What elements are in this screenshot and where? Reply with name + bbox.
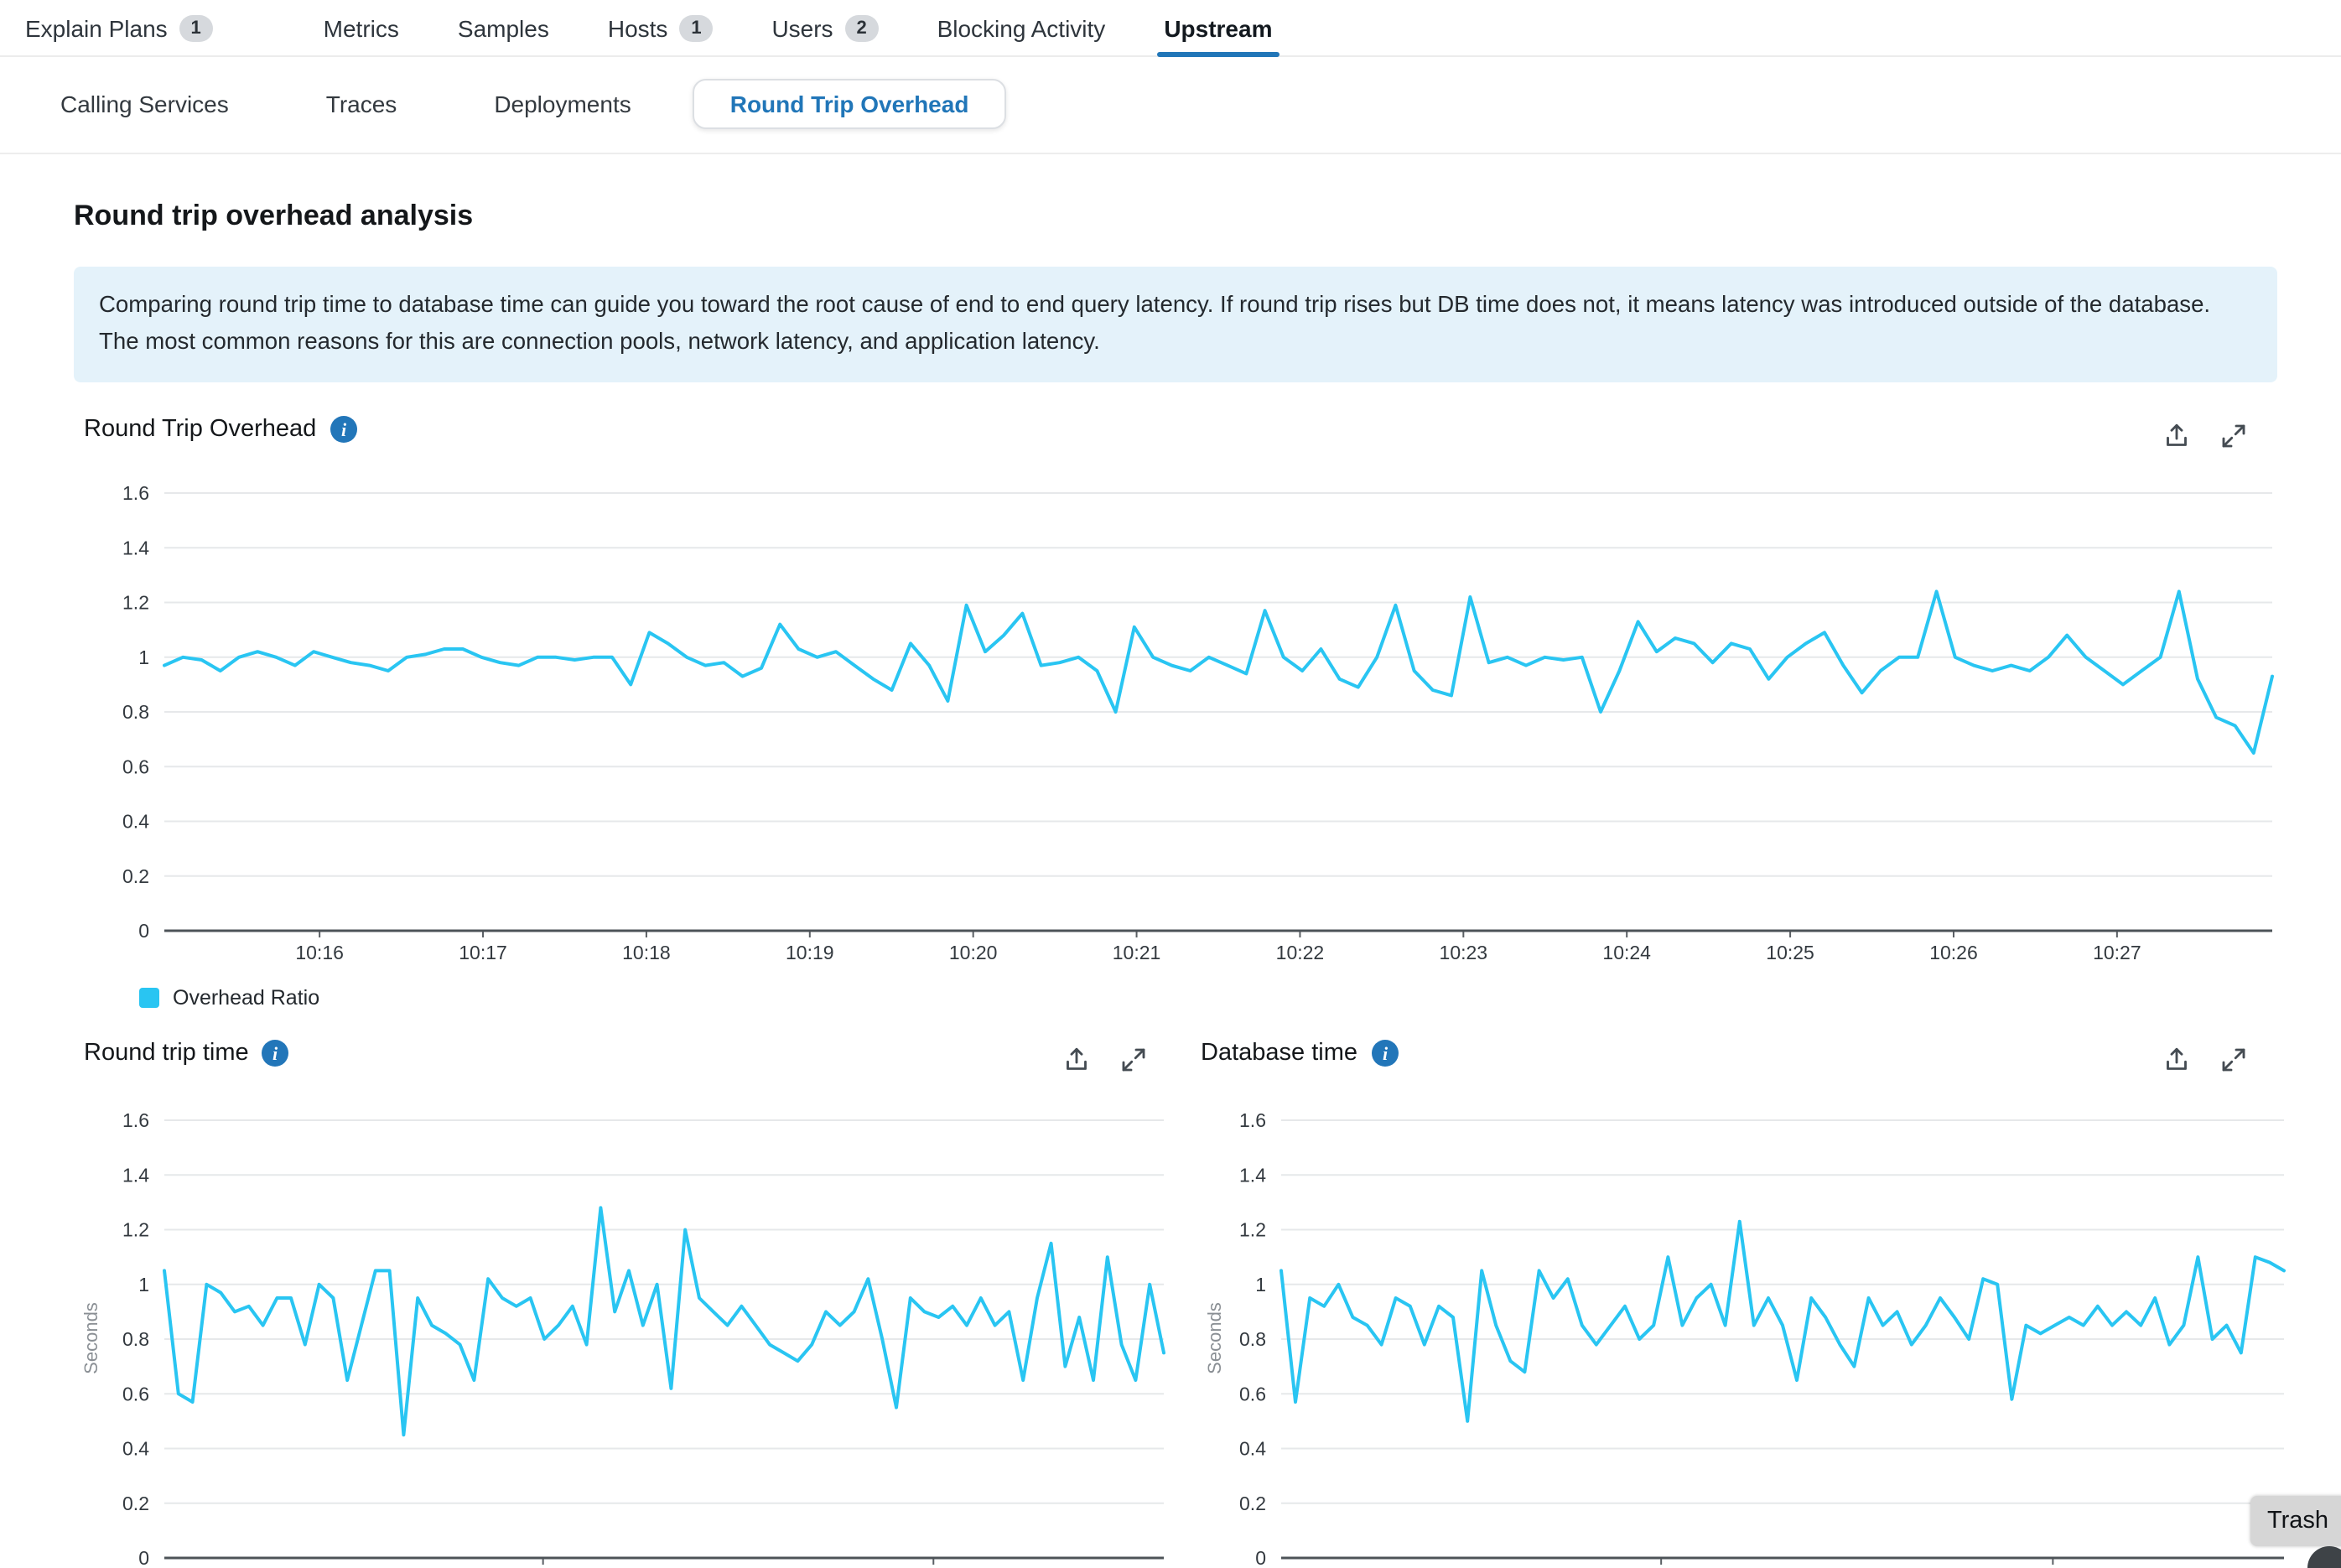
subtab-calling-services[interactable]: Calling Services: [25, 79, 264, 129]
info-icon[interactable]: i: [330, 416, 356, 443]
tab-blocking-activity[interactable]: Blocking Activity: [937, 0, 1106, 56]
svg-text:10:19: 10:19: [786, 942, 834, 963]
export-icon[interactable]: [2157, 1040, 2197, 1080]
svg-text:0.6: 0.6: [122, 1383, 149, 1404]
database-time-chart[interactable]: 00.20.40.60.811.21.41.610:2010:25: [1191, 1087, 2297, 1568]
tab-hosts[interactable]: Hosts 1: [608, 0, 714, 56]
round-trip-time-header: Round trip time i: [84, 1040, 289, 1067]
page-title: Round trip overhead analysis: [74, 200, 473, 233]
svg-text:1.2: 1.2: [122, 592, 149, 614]
subtab-deployments[interactable]: Deployments: [459, 79, 666, 129]
svg-text:1.2: 1.2: [1239, 1219, 1266, 1241]
tab-label: Metrics: [324, 14, 399, 41]
tab-users[interactable]: Users 2: [771, 0, 878, 56]
svg-text:0.2: 0.2: [1239, 1493, 1266, 1514]
trash-button[interactable]: Trash: [2250, 1496, 2341, 1546]
svg-text:0.8: 0.8: [122, 1328, 149, 1350]
svg-text:1.4: 1.4: [122, 1164, 149, 1186]
svg-text:0: 0: [138, 1547, 149, 1568]
svg-text:10:20: 10:20: [949, 942, 998, 963]
svg-text:0.8: 0.8: [1239, 1328, 1266, 1350]
tab-label: Blocking Activity: [937, 14, 1106, 41]
chart-title: Round Trip Overhead: [84, 416, 316, 443]
info-banner: Comparing round trip time to database ti…: [74, 267, 2277, 382]
tab-explain-plans[interactable]: Explain Plans 1: [25, 0, 213, 56]
expand-icon[interactable]: [2214, 416, 2254, 456]
svg-text:0.8: 0.8: [122, 701, 149, 723]
svg-text:0.6: 0.6: [1239, 1383, 1266, 1404]
database-time-actions: [2157, 1040, 2254, 1080]
svg-text:0.4: 0.4: [122, 1438, 149, 1460]
svg-text:i: i: [273, 1043, 279, 1064]
app-root: Explain Plans 1 Metrics Samples Hosts 1 …: [0, 0, 2341, 1568]
info-icon[interactable]: i: [1371, 1040, 1398, 1067]
svg-text:0.2: 0.2: [122, 1493, 149, 1514]
svg-text:1: 1: [1255, 1274, 1266, 1295]
svg-text:10:17: 10:17: [459, 942, 507, 963]
explain-plans-count-badge: 1: [179, 14, 213, 41]
subtab-traces[interactable]: Traces: [291, 79, 433, 129]
chart-title: Round trip time: [84, 1040, 249, 1067]
tab-samples[interactable]: Samples: [458, 0, 549, 56]
svg-text:10:26: 10:26: [1929, 942, 1978, 963]
overhead-chart-header: Round Trip Overhead i: [84, 416, 356, 443]
svg-text:0.4: 0.4: [122, 811, 149, 833]
svg-text:10:16: 10:16: [295, 942, 344, 963]
svg-text:1.2: 1.2: [122, 1219, 149, 1241]
round-trip-time-chart[interactable]: 00.20.40.60.811.21.41.610:2010:25: [74, 1087, 1181, 1568]
svg-text:10:18: 10:18: [622, 942, 671, 963]
svg-text:1.6: 1.6: [1239, 1109, 1266, 1131]
legend-overhead-ratio[interactable]: Overhead Ratio: [139, 986, 319, 1010]
svg-text:10:25: 10:25: [1766, 942, 1814, 963]
export-icon[interactable]: [2157, 416, 2197, 456]
svg-text:10:22: 10:22: [1276, 942, 1325, 963]
svg-text:1: 1: [138, 1274, 149, 1295]
tab-label: Explain Plans: [25, 14, 168, 41]
svg-text:10:21: 10:21: [1113, 942, 1161, 963]
top-nav: Explain Plans 1 Metrics Samples Hosts 1 …: [0, 0, 2341, 57]
subtab-round-trip-overhead[interactable]: Round Trip Overhead: [693, 79, 1006, 129]
svg-text:0.2: 0.2: [122, 865, 149, 887]
legend-label: Overhead Ratio: [173, 986, 319, 1010]
database-time-header: Database time i: [1201, 1040, 1398, 1067]
tab-upstream[interactable]: Upstream: [1164, 0, 1272, 56]
export-icon[interactable]: [1056, 1040, 1097, 1080]
svg-text:10:23: 10:23: [1440, 942, 1488, 963]
legend-swatch: [139, 988, 159, 1008]
tab-label: Hosts: [608, 14, 668, 41]
svg-text:1.6: 1.6: [122, 482, 149, 504]
svg-text:0: 0: [138, 920, 149, 942]
svg-text:1.4: 1.4: [1239, 1164, 1266, 1186]
info-icon[interactable]: i: [262, 1040, 289, 1067]
expand-icon[interactable]: [2214, 1040, 2254, 1080]
tab-label: Upstream: [1164, 14, 1272, 41]
round-trip-time-actions: [1056, 1040, 1154, 1080]
corner-cursor-dot: [2307, 1546, 2341, 1568]
svg-text:0: 0: [1255, 1547, 1266, 1568]
svg-text:1: 1: [138, 646, 149, 668]
tab-metrics[interactable]: Metrics: [324, 0, 399, 56]
tab-label: Samples: [458, 14, 549, 41]
expand-icon[interactable]: [1113, 1040, 1154, 1080]
chart-title: Database time: [1201, 1040, 1357, 1067]
svg-text:10:24: 10:24: [1602, 942, 1651, 963]
users-count-badge: 2: [845, 14, 879, 41]
overhead-chart-actions: [2157, 416, 2254, 456]
tab-label: Users: [771, 14, 833, 41]
svg-text:i: i: [340, 419, 346, 440]
upstream-subtabs: Calling Services Traces Deployments Roun…: [0, 57, 2341, 154]
svg-text:i: i: [1382, 1043, 1388, 1064]
svg-text:10:27: 10:27: [2093, 942, 2141, 963]
hosts-count-badge: 1: [679, 14, 713, 41]
svg-text:0.6: 0.6: [122, 755, 149, 777]
svg-text:1.6: 1.6: [122, 1109, 149, 1131]
overhead-ratio-chart[interactable]: 0 0.2 0.4 0.6 0.8 1 1.2 1.4 1.6 10:16 10:17 10:18 10…: [74, 466, 2277, 969]
svg-text:0.4: 0.4: [1239, 1438, 1266, 1460]
svg-text:1.4: 1.4: [122, 537, 149, 558]
